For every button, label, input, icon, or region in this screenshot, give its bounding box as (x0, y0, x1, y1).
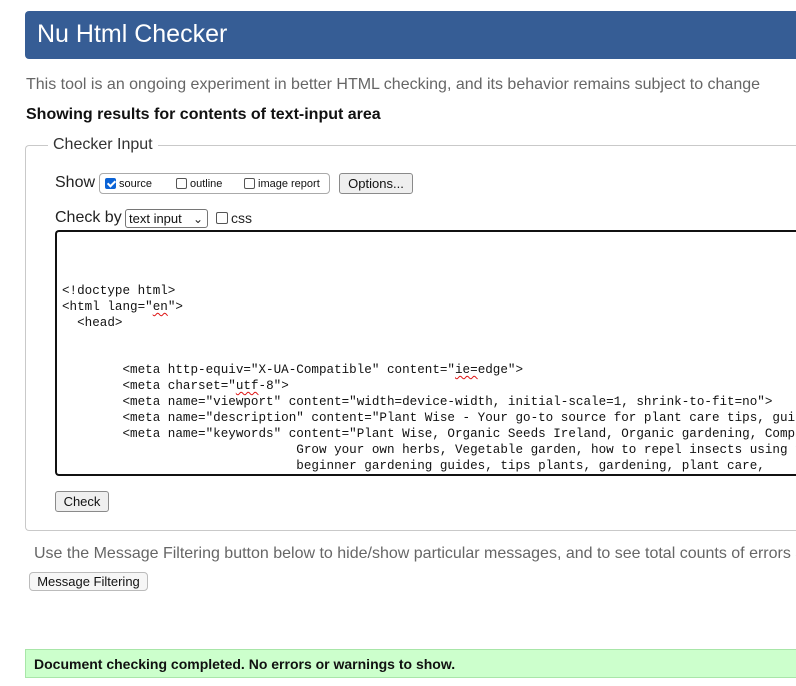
show-image-report-label: image report (258, 177, 320, 190)
show-source-option[interactable]: source (105, 174, 152, 193)
source-textarea[interactable]: <!doctype html> <html lang="en"> <head> … (55, 230, 796, 476)
css-label: css (231, 210, 252, 226)
show-outline-label: outline (190, 177, 223, 190)
code-line: <html lang="en"> (62, 300, 183, 314)
check-button[interactable]: Check (55, 491, 109, 512)
show-options-group: source outline image report (99, 173, 330, 194)
checker-input-legend: Checker Input (48, 136, 158, 154)
code-line: Grow your own herbs, Vegetable garden, h… (62, 443, 796, 457)
intro-text: This tool is an ongoing experiment in be… (26, 76, 761, 93)
app-title: Nu Html Checker (37, 20, 228, 48)
show-outline-checkbox[interactable] (176, 178, 187, 189)
app-header: Nu Html Checker (25, 11, 796, 59)
message-filtering-button[interactable]: Message Filtering (29, 572, 148, 591)
spellcheck-mark: ie= (455, 363, 478, 377)
code-line: <meta name="description" content="Plant … (62, 411, 796, 425)
message-filtering-info: Use the Message Filtering button below t… (34, 545, 796, 562)
show-source-label: source (119, 177, 153, 190)
show-label: Show (55, 174, 96, 191)
code-line: <meta charset="utf-8"> (62, 379, 289, 393)
css-option[interactable]: css (216, 209, 252, 227)
code-line: <!doctype html> (62, 284, 176, 298)
show-image-report-option[interactable]: image report (244, 174, 320, 193)
check-by-label: Check by (55, 209, 122, 226)
results-heading: Showing results for contents of text-inp… (26, 106, 381, 123)
spellcheck-mark: en (152, 300, 168, 314)
spellcheck-mark: utf (235, 379, 259, 393)
code-line: beginner gardening guides, tips plants, … (62, 459, 765, 473)
check-by-select[interactable]: text input ⌄ (125, 209, 208, 228)
css-checkbox[interactable] (216, 212, 228, 224)
options-button[interactable]: Options... (339, 173, 413, 194)
code-line: <meta name="keywords" content="Plant Wis… (62, 427, 796, 441)
success-message: Document checking completed. No errors o… (34, 656, 456, 672)
show-outline-option[interactable]: outline (176, 174, 222, 193)
code-line: <meta http-equiv="X-UA-Compatible" conte… (62, 363, 524, 377)
show-source-checkbox[interactable] (105, 178, 116, 189)
code-line: <meta name="viewport" content="width=dev… (62, 395, 773, 409)
show-image-report-checkbox[interactable] (244, 178, 255, 189)
code-line: <head> (62, 316, 123, 330)
success-message-box: Document checking completed. No errors o… (25, 649, 796, 678)
check-by-value: text input (129, 211, 182, 226)
chevron-down-icon: ⌄ (192, 212, 203, 226)
